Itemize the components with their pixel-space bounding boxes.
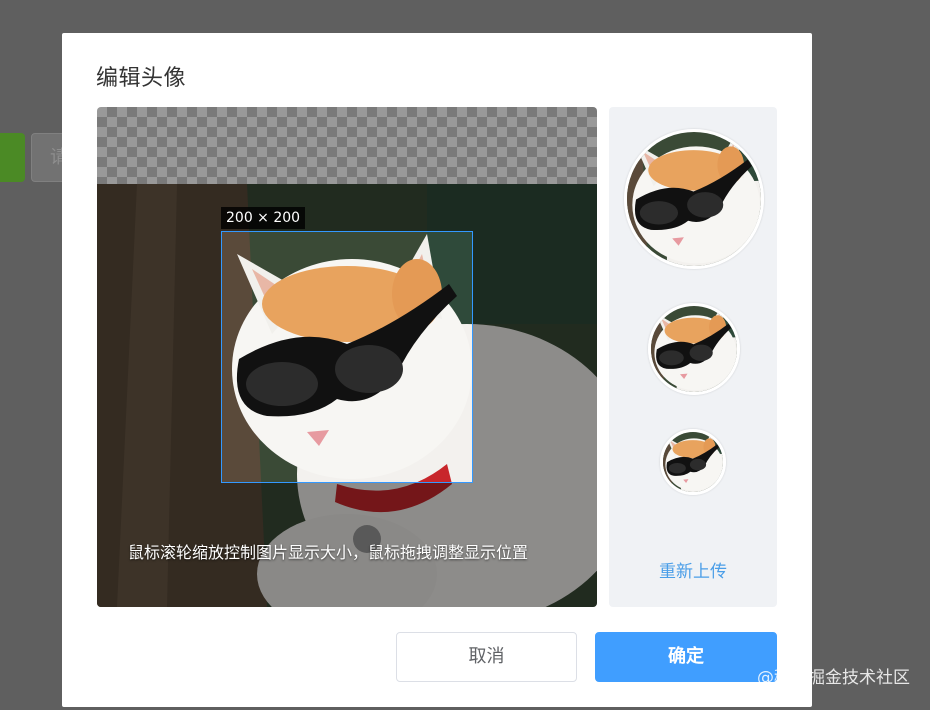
avatar-preview-panel: 重新上传 [609,107,777,607]
preview-small [660,429,726,495]
dialog-title: 编辑头像 [96,66,187,91]
cancel-button[interactable]: 取消 [396,632,577,682]
transparent-checker-area [97,107,597,184]
reupload-link[interactable]: 重新上传 [609,560,777,584]
watermark: @稀土掘金技术社区 [757,668,910,688]
crop-box[interactable] [221,231,473,483]
edit-avatar-dialog: 编辑头像 200 × 200 鼠标滚轮缩放控制图片显示大小，鼠标拖拽调整显示位置… [62,33,812,707]
confirm-button[interactable]: 确定 [595,632,777,682]
preview-large [624,129,764,269]
crop-box-image [222,232,472,482]
crop-size-label: 200 × 200 [221,207,306,229]
image-cropper[interactable]: 200 × 200 鼠标滚轮缩放控制图片显示大小，鼠标拖拽调整显示位置 [97,107,597,607]
cropper-hint: 鼠标滚轮缩放控制图片显示大小，鼠标拖拽调整显示位置 [128,543,529,562]
preview-large-image [627,132,761,266]
preview-medium [648,303,740,395]
preview-small-image [663,432,723,492]
preview-medium-image [651,306,737,392]
background-green-button [0,133,25,182]
